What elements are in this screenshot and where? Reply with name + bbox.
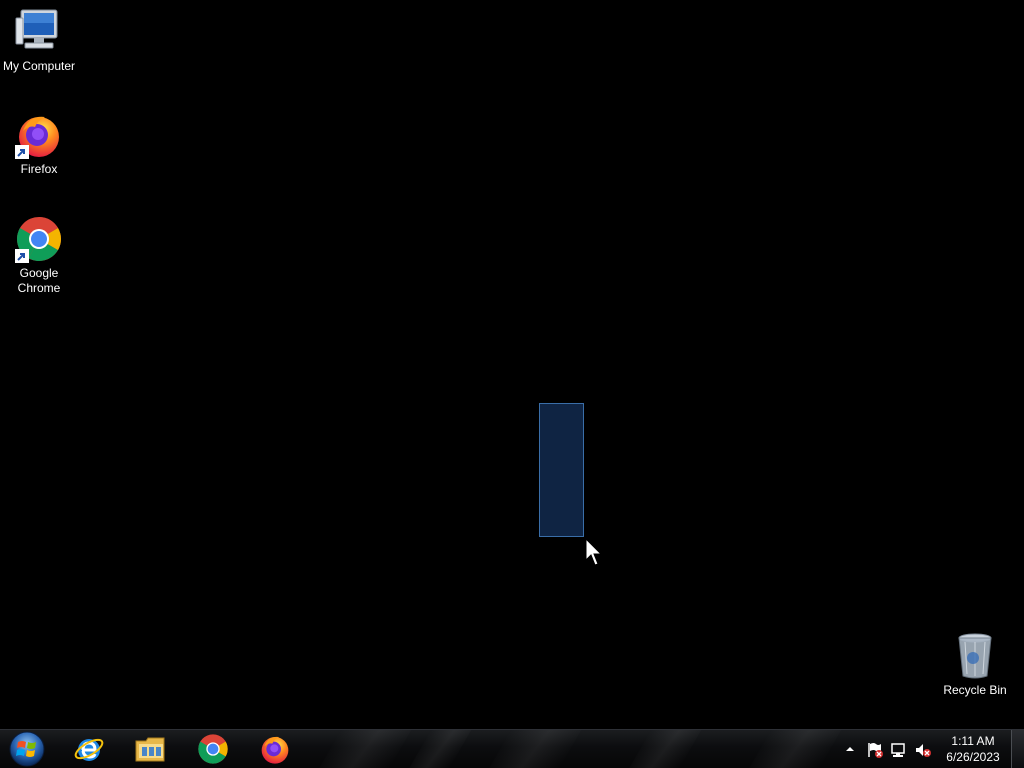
chrome-icon [198,734,228,764]
desktop-icon-google-chrome[interactable]: Google Chrome [0,215,78,296]
firefox-icon [261,736,289,764]
show-hidden-icons-arrow[interactable] [844,743,856,755]
taskbar-item-google-chrome[interactable] [186,731,240,767]
clock-date: 6/26/2023 [946,750,1000,764]
taskbar-glass-streak [408,730,472,768]
desktop-icon-label: Google Chrome [17,266,61,295]
system-tray [840,730,940,768]
shortcut-arrow-icon [15,249,29,263]
taskbar-glass-streak [318,730,412,768]
desktop-icon-firefox[interactable]: Firefox [0,111,78,177]
desktop-icon-my-computer[interactable]: My Computer [0,8,78,74]
selection-rectangle [539,403,584,537]
firefox-icon [15,111,63,159]
my-computer-icon [15,8,63,56]
taskbar-item-firefox[interactable] [248,731,302,767]
start-button[interactable] [6,731,48,767]
desktop-icon-recycle-bin[interactable]: Recycle Bin [936,632,1014,698]
internet-explorer-icon [74,738,104,761]
desktop-icon-label: My Computer [2,59,76,73]
desktop-icon-label: Recycle Bin [943,683,1007,697]
desktop[interactable]: My Computer Firefox Google Chrome Recycl… [0,0,1024,729]
taskbar-glass-streak [628,730,702,768]
taskbar-item-windows-explorer[interactable] [124,731,178,767]
chrome-icon [15,215,63,263]
desktop-icon-label: Firefox [20,162,58,176]
start-orb-icon [9,731,45,767]
file-explorer-icon [135,737,165,762]
show-desktop-button[interactable] [1011,730,1024,768]
volume-muted-icon[interactable] [914,741,932,759]
action-center-flag-icon[interactable] [866,741,884,759]
taskbar-glass-streak [488,730,582,768]
taskbar-clock[interactable]: 1:11 AM 6/26/2023 [938,733,1008,765]
network-icon[interactable] [890,741,908,759]
taskbar-glass-streak [748,730,842,768]
recycle-bin-icon [951,632,999,680]
clock-time: 1:11 AM [951,734,995,748]
taskbar: 1:11 AM 6/26/2023 [0,729,1024,768]
taskbar-item-internet-explorer[interactable] [62,731,116,767]
mouse-pointer-icon [585,538,603,566]
shortcut-arrow-icon [15,145,29,159]
